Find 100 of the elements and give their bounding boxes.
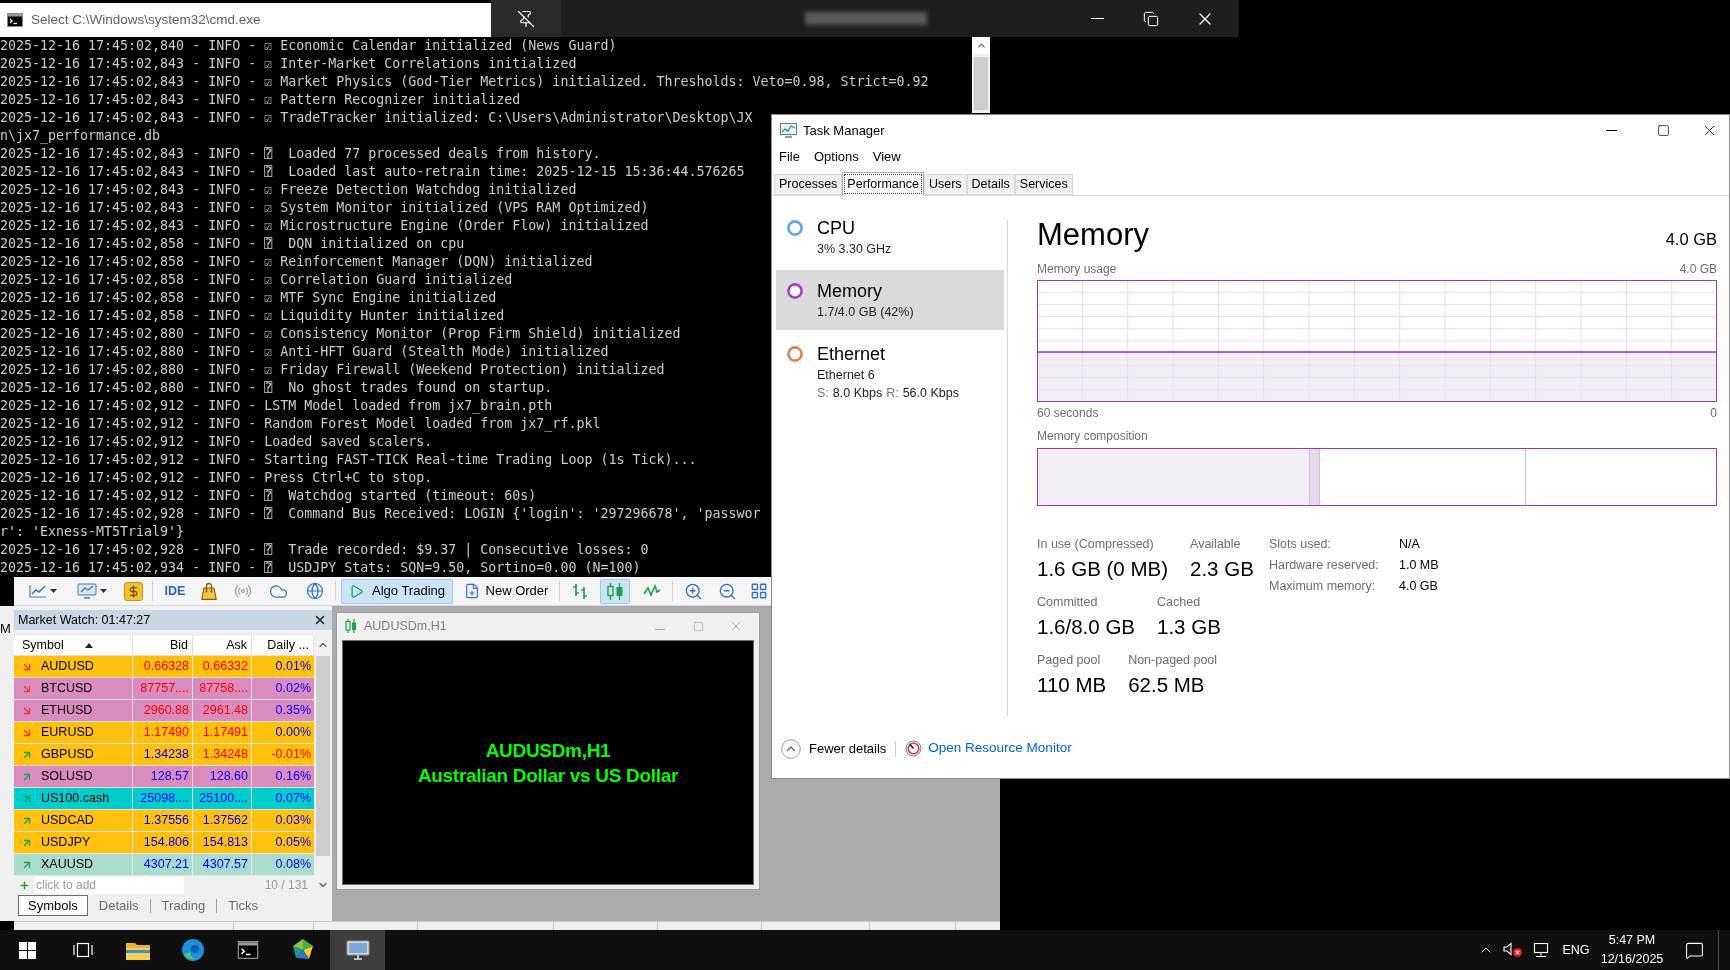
console-line: 2025-12-16 17:45:02,880 - INFO - ☑ Anti-HFT Guard (Stealth Mode) initialized — [0, 343, 609, 361]
console-line: 2025-12-16 17:45:02,880 - INFO - ☑ Friday Firewall (Weekend Protection) initialized — [0, 361, 665, 379]
console-line: 2025-12-16 17:45:02,858 - INFO - ☑ Liquidity Hunter initialized — [0, 307, 505, 325]
ask-price: 154.813 — [202, 834, 248, 852]
resource-monitor-link[interactable]: Open Resource Monitor — [928, 738, 1072, 759]
trading-app-icon — [290, 938, 315, 962]
symbol-count: 10 / 131 — [264, 877, 309, 894]
symbol-name: XAUUSD — [41, 856, 94, 874]
menu-item[interactable]: File — [772, 146, 807, 168]
line-chart-icon — [643, 584, 661, 598]
window-title: Select C:\Windows\system32\cmd.exe — [31, 10, 261, 29]
tab[interactable]: Ticks — [217, 895, 270, 916]
console-line: 2025-12-16 17:45:02,858 - INFO - ☑ Correlation Guard initialized — [0, 271, 513, 289]
property-value: 1.0 MB — [1399, 557, 1439, 573]
plus-icon — [19, 879, 30, 891]
stat-value: 110 MB — [1037, 672, 1107, 698]
console-line: r': 'Exness-MT5Trial9'} — [0, 523, 185, 541]
market-watch-row[interactable]: ETHUSD 2960.88 2961.48 0.35% — [14, 700, 314, 722]
monitor-chart-icon — [77, 583, 97, 599]
console-line: 2025-12-16 17:45:02,880 - INFO - ⍰ No ghost trades found on startup. — [0, 379, 553, 397]
language-button[interactable]: ENG — [1558, 930, 1594, 970]
candlestick-icon — [345, 619, 357, 633]
market-watch-row[interactable]: GBPUSD 1.34238 1.34248 -0.01% — [14, 744, 314, 766]
taskbar-app-button[interactable] — [330, 930, 385, 970]
symbol-name: SOLUSD — [41, 768, 93, 786]
tab[interactable]: Details — [87, 895, 150, 916]
console-line: 2025-12-16 17:45:02,843 - INFO - ☑ Pattern Recognizer initialized — [0, 91, 521, 109]
tab[interactable]: Processes — [774, 174, 843, 195]
candlestick-button[interactable] — [600, 578, 630, 604]
tab[interactable]: Users — [923, 174, 967, 195]
market-watch-row[interactable]: XAUUSD 4307.21 4307.57 0.08% — [14, 854, 314, 876]
property-value: 4.0 GB — [1399, 578, 1439, 594]
console-line: 2025-12-16 17:45:02,843 - INFO - ☑ Microstructure Engine (Order Flow) initialized — [0, 217, 649, 235]
resource-item[interactable]: Memory 1.7/4.0 GB (42%) — [776, 270, 1004, 330]
bid-price: 154.806 — [143, 834, 189, 852]
volume-muted-icon — [1503, 942, 1523, 958]
tab[interactable]: Details — [966, 174, 1015, 195]
column-header[interactable]: Ask — [193, 636, 252, 655]
daily-change: 0.03% — [275, 812, 311, 830]
tab[interactable]: Services — [1014, 174, 1073, 195]
bid-price: 1.17490 — [143, 724, 189, 742]
resource-detail: 3% 3.30 GHz — [817, 241, 892, 258]
market-watch-row[interactable]: US100.cash 25098.... 25100.... 0.07% — [14, 788, 314, 810]
bid-price: 87757.... — [140, 680, 189, 698]
tab[interactable]: Symbols — [18, 895, 88, 916]
bid-price: 25098.... — [140, 790, 189, 808]
daily-change: 0.01% — [275, 658, 311, 676]
window-title: AUDUSDm,H1 — [364, 617, 447, 635]
resource-item[interactable]: CPU 3% 3.30 GHz — [776, 207, 1004, 267]
tab[interactable]: Trading — [150, 895, 217, 916]
menu-item[interactable]: View — [865, 146, 908, 168]
ask-price: 2961.48 — [202, 702, 248, 720]
market-watch-row[interactable]: USDCAD 1.37556 1.37562 0.03% — [14, 810, 314, 832]
clock-date: 12/16/2025 — [1600, 951, 1664, 968]
daily-change: 0.16% — [275, 768, 311, 786]
panel-label: M — [0, 621, 12, 637]
scrollbar-thumb[interactable] — [316, 656, 330, 856]
console-line: 2025-12-16 17:45:02,912 - INFO - LSTM Model loaded from jx7_brain.pth — [0, 397, 553, 415]
market-watch-row[interactable]: USDJPY 154.806 154.813 0.05% — [14, 832, 314, 854]
gauge-icon — [905, 740, 923, 757]
stat-label: Available — [1190, 536, 1242, 552]
console-line: 2025-12-16 17:45:02,843 - INFO - ☑ Freeze Detection Watchdog initialized — [0, 181, 577, 199]
market-watch-row[interactable]: SOLUSD 128.57 128.60 0.16% — [14, 766, 314, 788]
terminal-icon — [7, 13, 23, 27]
folder-icon — [125, 940, 150, 960]
column-header[interactable]: Symbol — [14, 636, 133, 655]
console-line: 2025-12-16 17:45:02,858 - INFO - ☑ MTF Sync Engine initialized — [0, 289, 497, 307]
market-watch-row[interactable]: EURUSD 1.17490 1.17491 0.00% — [14, 722, 314, 744]
column-header[interactable]: Bid — [133, 636, 193, 655]
ide-button[interactable]: IDE — [161, 578, 189, 604]
time-span-label: 60 seconds — [1037, 405, 1099, 421]
property-value: N/A — [1399, 536, 1421, 552]
algo-trading-button[interactable]: Algo Trading — [341, 578, 453, 604]
zoom-out-icon — [717, 581, 737, 601]
market-watch-row[interactable]: AUDUSD 0.66328 0.66332 0.01% — [14, 656, 314, 678]
stat-value: 2.3 GB — [1190, 556, 1254, 582]
console-line: 2025-12-16 17:45:02,912 - INFO - Starting FAST-TICK Real-time Trading Loop (1s Tick)... — [0, 451, 697, 469]
minimize-icon — [655, 628, 665, 630]
bid-price: 128.57 — [150, 768, 189, 786]
market-watch-row[interactable]: BTCUSD 87757.... 87758.... 0.02% — [14, 678, 314, 700]
new-order-button[interactable]: New Order — [459, 578, 553, 604]
pin-button[interactable] — [491, 0, 561, 37]
resource-item[interactable]: Ethernet Ethernet 6 S: 8.0 Kbps R: 56.0 Kbps — [776, 333, 1004, 411]
resource-detail: Ethernet 6 — [817, 367, 876, 384]
bid-price: 4307.21 — [143, 856, 189, 874]
pin-off-icon — [517, 9, 535, 28]
monitor-icon — [345, 939, 370, 961]
ask-price: 128.60 — [209, 768, 248, 786]
chevron-up-circle-icon — [781, 738, 801, 759]
ask-price: 0.66332 — [202, 658, 248, 676]
tab[interactable]: Performance — [842, 172, 924, 196]
menu-item[interactable]: Options — [806, 146, 866, 168]
console-line: 2025-12-16 17:45:02,928 - INFO - ⍰ Trade recorded: $9.37 | Consecutive losses: 0 — [0, 541, 649, 559]
scrollbar-thumb[interactable] — [974, 57, 988, 110]
fewer-details-button[interactable]: Fewer details — [781, 738, 887, 759]
clock-button[interactable]: 5:47 PM 12/16/2025 — [1594, 930, 1670, 970]
zoom-in-icon — [683, 581, 703, 601]
caret-down-icon — [100, 589, 107, 593]
stat-label: Committed — [1037, 594, 1099, 610]
add-symbol-field[interactable]: click to add — [34, 876, 184, 894]
